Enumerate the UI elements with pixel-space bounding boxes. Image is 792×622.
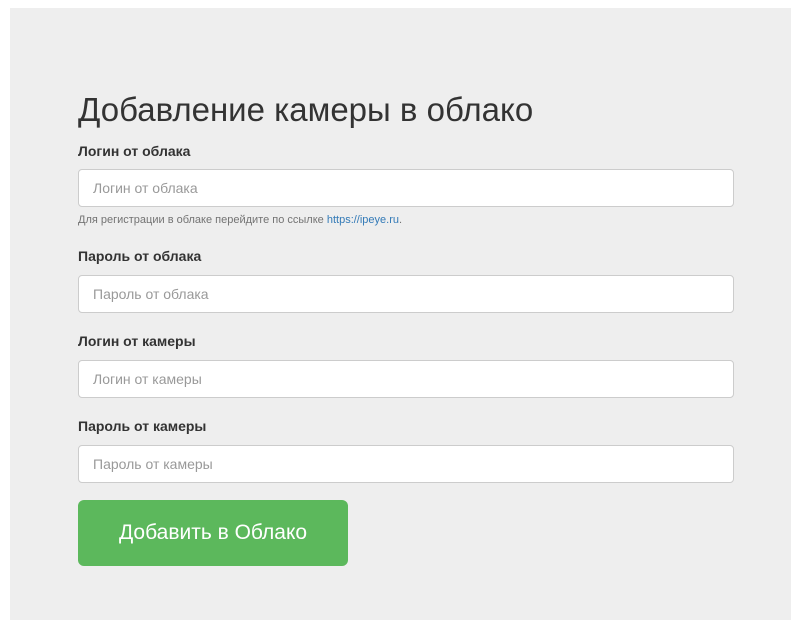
- registration-link[interactable]: https://ipeye.ru: [327, 214, 399, 226]
- camera-password-input[interactable]: [78, 445, 734, 483]
- cloud-password-label: Пароль от облака: [78, 248, 202, 264]
- cloud-login-label: Логин от облака: [78, 143, 191, 159]
- add-to-cloud-button[interactable]: Добавить в Облако: [78, 500, 348, 566]
- camera-login-label: Логин от камеры: [78, 333, 196, 349]
- form-panel: Добавление камеры в облако Логин от обла…: [10, 8, 791, 620]
- camera-password-label: Пароль от камеры: [78, 418, 207, 434]
- page-title: Добавление камеры в облако: [78, 91, 534, 128]
- registration-hint-text: Для регистрации в облаке перейдите по сс…: [78, 214, 327, 226]
- cloud-password-input[interactable]: [78, 275, 734, 313]
- camera-login-input[interactable]: [78, 360, 734, 398]
- cloud-login-input[interactable]: [78, 169, 734, 207]
- registration-hint: Для регистрации в облаке перейдите по сс…: [78, 213, 734, 227]
- add-camera-form: Добавление камеры в облако Логин от обла…: [78, 90, 734, 566]
- registration-hint-suffix: .: [399, 214, 403, 226]
